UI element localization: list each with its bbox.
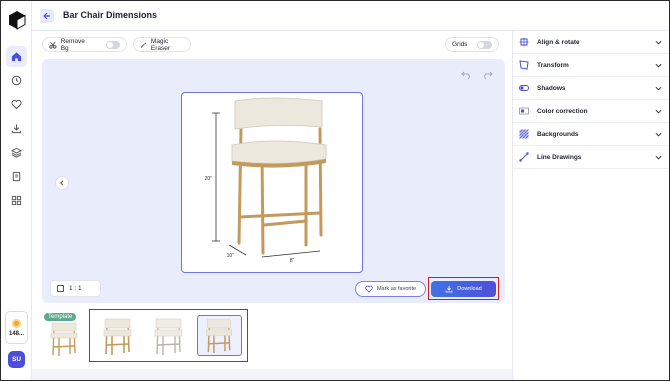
panel-item-line-drawings[interactable]: Line Drawings <box>513 146 669 169</box>
image-canvas: 20" 10" 8" 1: 1 Mark as favorite Downlo… <box>42 59 505 303</box>
grids-switch[interactable] <box>477 40 492 49</box>
panel-item-backgrounds[interactable]: Backgrounds <box>513 123 669 146</box>
home-icon <box>11 52 22 62</box>
chair-thumbnail-image <box>154 318 183 355</box>
magic-eraser-label: Magic Eraser <box>150 37 171 52</box>
document-icon <box>12 171 21 182</box>
left-sidebar: 148... SU <box>1 1 32 380</box>
main-image[interactable]: 20" 10" 8" <box>181 92 363 273</box>
thumbnail-strip: Template <box>42 309 505 364</box>
generated-thumbnails-group <box>89 309 248 362</box>
back-button[interactable] <box>40 9 54 23</box>
chevron-down-icon <box>655 40 662 45</box>
editor-toolbar: Remove Bg Magic Eraser Grids <box>42 37 505 53</box>
mark-favorite-label: Mark as favorite <box>376 286 417 292</box>
mark-favorite-button[interactable]: Mark as favorite <box>355 281 426 297</box>
depth-dimension-label: 10" <box>227 253 235 259</box>
arrow-left-icon <box>43 12 50 20</box>
app-window: 148... SU Bar Chair Dimensions Remove Bg… <box>0 0 670 381</box>
thumbnail-2[interactable] <box>146 315 191 356</box>
panel-item-transform[interactable]: Transform <box>513 54 669 77</box>
chevron-down-icon <box>655 63 662 68</box>
grid-icon <box>11 195 22 206</box>
chair-thumbnail-image <box>206 319 232 354</box>
bottom-strip <box>32 369 512 380</box>
undo-icon[interactable] <box>461 69 472 80</box>
grids-label: Grids <box>452 41 468 48</box>
credits-count: 148... <box>8 330 24 337</box>
template-thumbnail[interactable]: Template <box>44 313 82 357</box>
panel-item-label: Line Drawings <box>537 153 582 161</box>
panel-item-color-correction[interactable]: Color correction <box>513 100 669 123</box>
credits-badge[interactable]: 148... <box>5 311 28 344</box>
bar-chair-image: 20" 10" 8" <box>205 97 327 264</box>
chevron-down-icon <box>655 109 662 114</box>
avatar[interactable]: SU <box>8 351 25 368</box>
template-tag: Template <box>44 313 77 321</box>
sidebar-item-grid[interactable] <box>6 190 27 211</box>
download-icon <box>445 286 453 293</box>
thumbnail-3-selected[interactable] <box>197 315 242 356</box>
top-bar: Bar Chair Dimensions <box>32 1 669 31</box>
panel-item-label: Backgrounds <box>537 130 579 138</box>
grids-toggle[interactable]: Grids <box>445 37 499 52</box>
remove-bg-label: Remove Bg <box>60 37 85 52</box>
sidebar-item-history[interactable] <box>6 70 27 91</box>
scissors-icon <box>49 41 57 49</box>
backgrounds-icon <box>519 129 529 139</box>
chevron-down-icon <box>655 155 662 160</box>
download-icon <box>11 124 22 134</box>
previous-image-button[interactable] <box>55 176 69 190</box>
align-rotate-icon <box>519 37 529 47</box>
thumbnail-1[interactable] <box>95 315 140 356</box>
adjustments-panel: Align & rotate Transform Shadows Color c… <box>512 31 669 380</box>
chevron-left-icon <box>60 180 64 186</box>
panel-item-label: Align & rotate <box>537 38 580 46</box>
panel-item-label: Shadows <box>537 84 566 92</box>
heart-icon <box>11 99 22 110</box>
page-title: Bar Chair Dimensions <box>63 10 158 20</box>
panel-item-align-rotate[interactable]: Align & rotate <box>513 31 669 54</box>
panel-item-label: Color correction <box>537 107 588 115</box>
coin-icon <box>12 318 21 328</box>
magic-eraser-button[interactable]: Magic Eraser <box>133 37 191 52</box>
height-dimension-label: 20" <box>205 176 213 182</box>
panel-item-label: Transform <box>537 61 569 69</box>
sidebar-item-home[interactable] <box>6 46 27 67</box>
app-logo-icon[interactable] <box>7 10 27 30</box>
sidebar-item-downloads[interactable] <box>6 118 27 139</box>
sidebar-item-favorites[interactable] <box>6 94 27 115</box>
panel-item-shadows[interactable]: Shadows <box>513 77 669 100</box>
chevron-down-icon <box>655 86 662 91</box>
magic-wand-icon <box>140 41 147 48</box>
transform-icon <box>519 60 529 70</box>
redo-icon[interactable] <box>482 69 493 80</box>
layers-icon <box>11 147 22 158</box>
sidebar-item-layers[interactable] <box>6 142 27 163</box>
width-dimension-label: 8" <box>290 258 295 264</box>
line-drawings-icon <box>519 152 529 162</box>
download-button[interactable]: Download <box>431 281 496 297</box>
aspect-ratio-value: 1 : 1 <box>69 285 82 292</box>
sidebar-item-documents[interactable] <box>6 166 27 187</box>
heart-outline-icon <box>365 285 373 293</box>
remove-bg-switch[interactable] <box>105 40 120 49</box>
chevron-down-icon <box>655 132 662 137</box>
checkbox-icon[interactable] <box>57 285 64 292</box>
history-icon <box>11 75 22 86</box>
aspect-ratio-selector[interactable]: 1 : 1 <box>50 280 101 297</box>
chair-thumbnail-image <box>103 318 132 355</box>
color-correction-icon <box>519 107 529 115</box>
shadows-icon <box>519 85 529 91</box>
download-label: Download <box>457 286 482 292</box>
remove-bg-toggle[interactable]: Remove Bg <box>42 37 127 52</box>
